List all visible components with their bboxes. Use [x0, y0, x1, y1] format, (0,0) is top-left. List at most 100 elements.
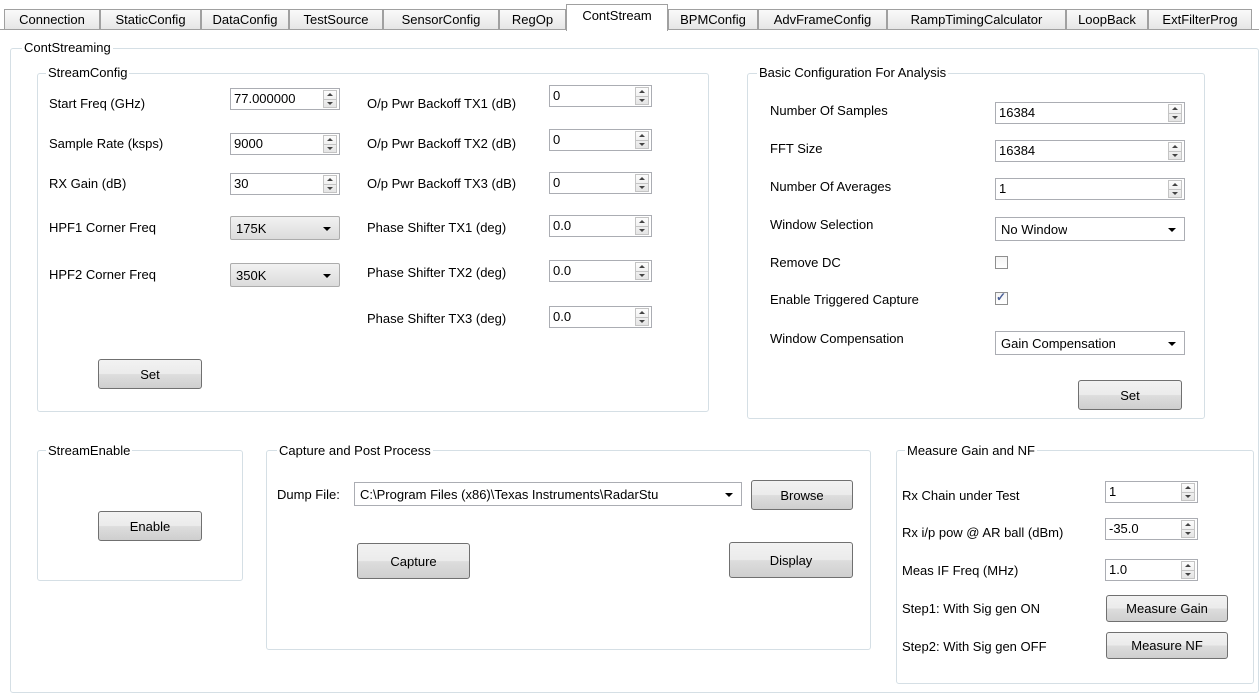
meas-if-spinner[interactable] — [1181, 561, 1195, 579]
num-averages-spinner[interactable] — [1168, 180, 1182, 198]
tx3-backoff-field[interactable]: 0 — [549, 172, 652, 194]
hpf1-dropdown[interactable]: 175K — [230, 216, 340, 240]
spin-up-icon[interactable] — [639, 90, 645, 93]
streamenable-title: StreamEnable — [46, 443, 133, 458]
spin-down-icon[interactable] — [327, 147, 333, 150]
tx1-backoff-spinner[interactable] — [635, 87, 649, 105]
sample-rate-spinner[interactable] — [323, 135, 337, 153]
num-samples-value: 16384 — [999, 105, 1036, 120]
dump-file-dropdown[interactable]: C:\Program Files (x86)\Texas Instruments… — [354, 482, 742, 506]
spin-down-icon[interactable] — [1172, 116, 1178, 119]
tab-sensorconfig[interactable]: SensorConfig — [383, 9, 499, 29]
spin-down-icon[interactable] — [639, 99, 645, 102]
spin-up-icon[interactable] — [1185, 486, 1191, 489]
window-compensation-label: Window Compensation — [770, 331, 904, 346]
tx2-backoff-label: O/p Pwr Backoff TX2 (dB) — [367, 136, 517, 151]
window-compensation-value: Gain Compensation — [1001, 336, 1116, 351]
rx-gain-field[interactable]: 30 — [230, 173, 340, 195]
tab-dataconfig[interactable]: DataConfig — [201, 9, 289, 29]
spin-up-icon[interactable] — [1172, 145, 1178, 148]
spin-up-icon[interactable] — [327, 138, 333, 141]
ps-tx2-spinner[interactable] — [635, 262, 649, 280]
spin-up-icon[interactable] — [327, 178, 333, 181]
tx1-backoff-value: 0 — [553, 88, 561, 103]
spin-down-icon[interactable] — [1185, 495, 1191, 498]
spin-down-icon[interactable] — [1172, 192, 1178, 195]
spin-down-icon[interactable] — [1172, 154, 1178, 157]
fft-size-spinner[interactable] — [1168, 142, 1182, 160]
stream-config-set-button[interactable]: Set — [98, 359, 202, 389]
spin-down-icon[interactable] — [327, 102, 333, 105]
display-button[interactable]: Display — [729, 542, 853, 578]
tab-loopback[interactable]: LoopBack — [1066, 9, 1148, 29]
rx-pow-field[interactable]: -35.0 — [1105, 518, 1198, 540]
capture-button[interactable]: Capture — [357, 543, 470, 579]
window-selection-dropdown[interactable]: No Window — [995, 217, 1185, 241]
remove-dc-checkbox[interactable] — [995, 256, 1008, 269]
fft-size-field[interactable]: 16384 — [995, 140, 1185, 162]
start-freq-spinner[interactable] — [323, 90, 337, 108]
spin-down-icon[interactable] — [639, 320, 645, 323]
contstreaming-title: ContStreaming — [22, 40, 113, 55]
rx-chain-value: 1 — [1109, 484, 1117, 499]
num-samples-spinner[interactable] — [1168, 104, 1182, 122]
triggered-capture-checkbox[interactable]: ✓ — [995, 291, 1008, 305]
spin-down-icon[interactable] — [1185, 532, 1191, 535]
spin-up-icon[interactable] — [327, 93, 333, 96]
tx3-backoff-spinner[interactable] — [635, 174, 649, 192]
measure-nf-button[interactable]: Measure NF — [1106, 632, 1228, 659]
tab-connection[interactable]: Connection — [4, 9, 100, 29]
tab-extfilterprog[interactable]: ExtFilterProg — [1148, 9, 1252, 29]
tab-staticconfig[interactable]: StaticConfig — [100, 9, 201, 29]
rx-gain-spinner[interactable] — [323, 175, 337, 193]
tx1-backoff-field[interactable]: 0 — [549, 85, 652, 107]
hpf2-dropdown[interactable]: 350K — [230, 263, 340, 287]
ps-tx3-spinner[interactable] — [635, 308, 649, 326]
spin-up-icon[interactable] — [1185, 523, 1191, 526]
chevron-down-icon — [725, 493, 733, 497]
spin-down-icon[interactable] — [639, 186, 645, 189]
spin-up-icon[interactable] — [1172, 107, 1178, 110]
hpf1-label: HPF1 Corner Freq — [49, 220, 156, 235]
sample-rate-field[interactable]: 9000 — [230, 133, 340, 155]
tx2-backoff-field[interactable]: 0 — [549, 129, 652, 151]
browse-button[interactable]: Browse — [751, 480, 853, 510]
spin-up-icon[interactable] — [639, 177, 645, 180]
tab-bpmconfig[interactable]: BPMConfig — [668, 9, 758, 29]
spin-up-icon[interactable] — [1185, 564, 1191, 567]
spin-up-icon[interactable] — [639, 134, 645, 137]
rx-pow-spinner[interactable] — [1181, 520, 1195, 538]
spin-up-icon[interactable] — [639, 311, 645, 314]
spin-down-icon[interactable] — [1185, 573, 1191, 576]
rx-chain-spinner[interactable] — [1181, 483, 1195, 501]
window-compensation-dropdown[interactable]: Gain Compensation — [995, 331, 1185, 355]
enable-button[interactable]: Enable — [98, 511, 202, 541]
tab-testsource[interactable]: TestSource — [289, 9, 383, 29]
spin-up-icon[interactable] — [1172, 183, 1178, 186]
spin-down-icon[interactable] — [639, 274, 645, 277]
meas-if-field[interactable]: 1.0 — [1105, 559, 1198, 581]
tab-regop[interactable]: RegOp — [499, 9, 566, 29]
ps-tx2-field[interactable]: 0.0 — [549, 260, 652, 282]
spin-up-icon[interactable] — [639, 220, 645, 223]
num-samples-field[interactable]: 16384 — [995, 102, 1185, 124]
start-freq-field[interactable]: 77.000000 — [230, 88, 340, 110]
tab-ramptimingcalculator[interactable]: RampTimingCalculator — [887, 9, 1066, 29]
spin-down-icon[interactable] — [639, 143, 645, 146]
ps-tx1-spinner[interactable] — [635, 217, 649, 235]
tab-advframeconfig[interactable]: AdvFrameConfig — [758, 9, 887, 29]
spin-down-icon[interactable] — [639, 229, 645, 232]
ps-tx1-field[interactable]: 0.0 — [549, 215, 652, 237]
start-freq-label: Start Freq (GHz) — [49, 96, 146, 111]
tx2-backoff-spinner[interactable] — [635, 131, 649, 149]
spin-down-icon[interactable] — [327, 187, 333, 190]
num-averages-field[interactable]: 1 — [995, 178, 1185, 200]
tab-contstream[interactable]: ContStream — [566, 4, 668, 31]
dump-file-label: Dump File: — [277, 487, 340, 502]
spin-up-icon[interactable] — [639, 265, 645, 268]
window-selection-label: Window Selection — [770, 217, 874, 232]
basic-config-set-button[interactable]: Set — [1078, 380, 1182, 410]
measure-gain-button[interactable]: Measure Gain — [1106, 595, 1228, 622]
rx-chain-field[interactable]: 1 — [1105, 481, 1198, 503]
ps-tx3-field[interactable]: 0.0 — [549, 306, 652, 328]
